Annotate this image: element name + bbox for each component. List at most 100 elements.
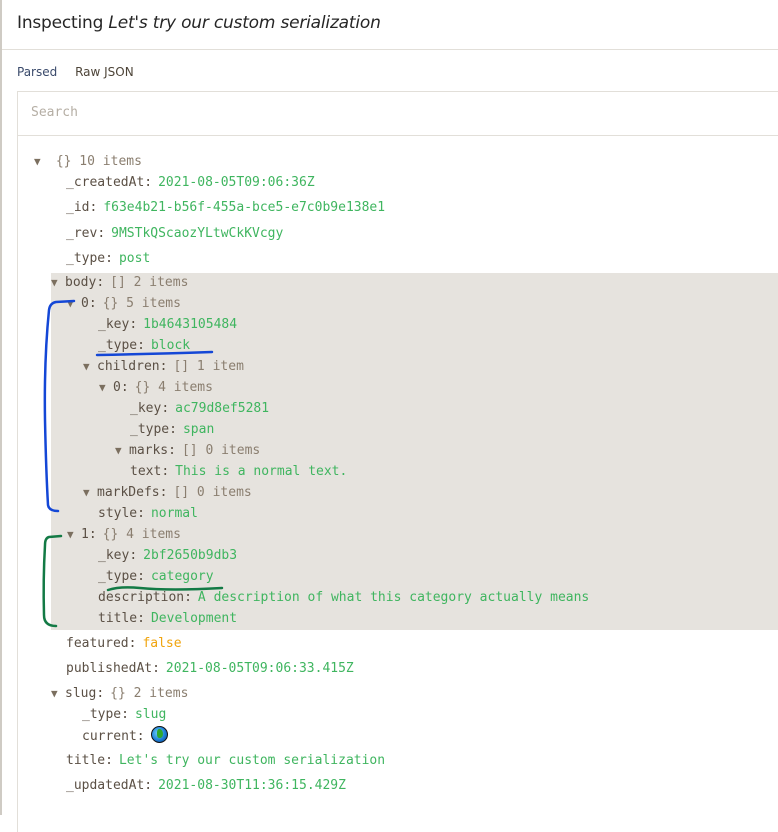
tree-row-slug-type: _type: slug [82,707,167,722]
tree-node-body-0[interactable]: ▼ 0:{} 5 items [67,294,181,314]
key: _type [98,569,138,584]
meta: {} 2 items [110,686,189,701]
value: 1b4643105484 [143,317,238,332]
search-box [18,92,778,136]
key: _key [98,317,130,332]
key: _updatedAt [66,778,145,793]
document-title: Let's try our custom serialization [108,13,381,33]
tree-node-markDefs[interactable]: ▼ markDefs:[] 0 items [83,483,252,503]
tree-row-body1-description: description: A description of what this c… [98,590,590,605]
inspector-header: Inspecting Let's try our custom serializ… [2,0,778,50]
tree-row-type: _type: post [66,251,151,266]
value: block [150,338,191,353]
expand-arrow-icon[interactable]: ▼ [67,525,81,545]
key: _type [82,707,122,722]
key: markDefs [97,485,160,500]
expand-arrow-icon[interactable]: ▼ [99,378,113,398]
value: 2021-08-05T09:06:33.415Z [165,661,354,676]
expand-arrow-icon[interactable]: ▼ [51,684,65,704]
expand-arrow-icon[interactable]: ▼ [83,357,97,377]
value: normal [150,506,198,521]
globe-icon [150,726,168,743]
tree-row-body1-type: _type: category [98,569,214,584]
key: _key [98,548,130,563]
value: 2021-08-05T09:06:36Z [158,175,315,190]
search-input[interactable] [29,104,633,121]
tree-row-span-key: _key: ac79d8ef5281 [130,401,270,416]
meta: [] 0 items [173,485,252,500]
tree-row-featured: featured: false [66,636,182,651]
value: This is a normal text. [175,464,348,479]
value: 2021-08-30T11:36:15.429Z [158,778,346,793]
expand-arrow-icon[interactable]: ▼ [83,483,97,503]
tree-row-rev: _rev: 9MSTkQScaozYLtwCkKVcgy [66,226,284,241]
meta: {} 5 items [102,296,181,311]
key: children [97,359,160,374]
value: post [118,251,151,266]
value: slug [134,707,167,722]
inspector-title: Inspecting Let's try our custom serializ… [17,13,381,33]
value: ac79d8ef5281 [175,401,270,416]
tree-row-id: _id: f63e4b21-b56f-455a-bce5-e7c0b9e138e1 [66,200,386,215]
key: _createdAt [66,175,145,190]
key: marks [129,443,169,458]
tab-parsed[interactable]: Parsed [17,65,57,79]
key: text [130,464,162,479]
root-meta: {} 10 items [55,154,142,169]
key: title [98,611,138,626]
value: Development [150,611,238,626]
tree-node-slug[interactable]: ▼ slug:{} 2 items [51,684,188,704]
value: A description of what this category actu… [197,590,590,605]
tree-node-body-1[interactable]: ▼ 1:{} 4 items [67,525,181,545]
meta: [] 2 items [110,275,189,290]
meta: {} 4 items [134,380,213,395]
key: _key [130,401,162,416]
key: 0 [113,380,121,395]
expand-arrow-icon[interactable]: ▼ [115,441,129,461]
tree-row-title: title: Let's try our custom serialization [66,753,386,768]
tree-row-style: style: normal [98,506,198,521]
tree-row-span-text: text: This is a normal text. [130,464,348,479]
window-left-border [0,0,2,815]
key: featured [66,636,129,651]
key: description [98,590,185,605]
key: _type [98,338,138,353]
value: span [182,422,215,437]
key: slug [65,686,97,701]
expand-arrow-icon[interactable]: ▼ [67,294,81,314]
tree-root[interactable]: ▼ {} 10 items [34,152,142,172]
tree-row-body1-key: _key: 2bf2650b9db3 [98,548,238,563]
tree-node-body[interactable]: ▼ body:[] 2 items [51,273,188,293]
tree-row-publishedAt: publishedAt: 2021-08-05T09:06:33.415Z [66,661,354,676]
key: current [82,729,137,744]
meta: {} 4 items [102,527,181,542]
key: style [98,506,138,521]
key: title [66,753,106,768]
view-tabs: Parsed Raw JSON [17,65,148,79]
key: 0 [81,296,89,311]
value: f63e4b21-b56f-455a-bce5-e7c0b9e138e1 [103,200,386,215]
expand-arrow-icon[interactable]: ▼ [34,152,48,172]
tree-node-children-0[interactable]: ▼ 0:{} 4 items [99,378,213,398]
tree-node-marks[interactable]: ▼ marks:[] 0 items [115,441,260,461]
tree-row-slug-current: current: [82,726,168,746]
value: Let's try our custom serialization [118,753,386,768]
key: publishedAt [66,661,153,676]
tree-row-createdAt: _createdAt: 2021-08-05T09:06:36Z [66,175,315,190]
tree-row-body1-title: title: Development [98,611,238,626]
key: _rev [66,226,98,241]
tree-row-body0-type: _type: block [98,338,191,353]
tree-row-span-type: _type: span [130,422,215,437]
value: category [150,569,214,584]
title-prefix: Inspecting [17,13,104,33]
tree-node-children[interactable]: ▼ children:[] 1 item [83,357,244,377]
key: body [65,275,97,290]
key: _type [66,251,106,266]
expand-arrow-icon[interactable]: ▼ [51,273,65,293]
key: _id [66,200,90,215]
tab-raw-json[interactable]: Raw JSON [75,65,134,79]
value: false [142,636,182,651]
tree-row-updatedAt: _updatedAt: 2021-08-30T11:36:15.429Z [66,778,346,793]
meta: [] 0 items [181,443,261,458]
key: 1 [81,527,89,542]
